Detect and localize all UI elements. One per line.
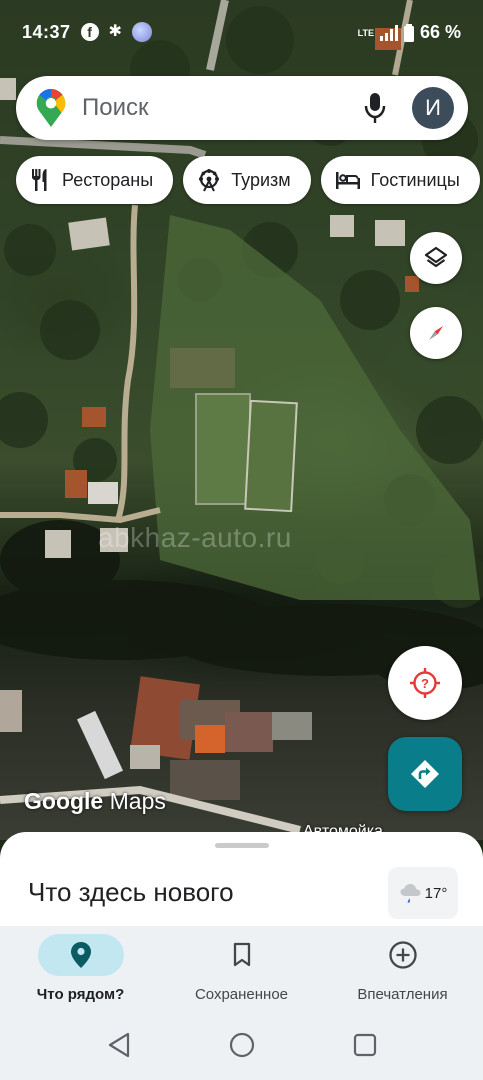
recents-icon[interactable]: [352, 1032, 378, 1058]
google-maps-pin-icon: [36, 89, 66, 127]
chip-restaurants[interactable]: Рестораны: [16, 156, 174, 204]
search-input[interactable]: Поиск: [82, 94, 360, 122]
weather-chip[interactable]: 17°: [388, 867, 458, 919]
sheet-drag-handle[interactable]: [215, 843, 269, 848]
status-bar: 14:37 f ✱ LTE 66 %: [0, 0, 483, 64]
avatar-icon: [131, 22, 152, 42]
nav-label: Впечатления: [357, 986, 448, 1003]
battery-percent: 66 %: [419, 22, 461, 42]
facebook-icon: f: [80, 23, 99, 41]
chip-label: Гостиницы: [370, 169, 460, 190]
nav-icon-container: [199, 934, 285, 976]
add-circle-icon: [388, 941, 417, 969]
map-watermark: abkhaz-auto.ru: [98, 522, 292, 553]
back-icon[interactable]: [106, 1031, 132, 1059]
nav-label: Что рядом?: [36, 986, 125, 1003]
location-unknown-icon: ?: [410, 668, 440, 698]
search-bar[interactable]: Поиск И: [16, 76, 468, 140]
signal-icon: [379, 24, 398, 41]
network-type: LTE: [357, 27, 374, 38]
nav-icon-container: [360, 934, 446, 976]
bottom-sheet[interactable]: Что здесь нового 17°: [0, 832, 483, 928]
nav-icon-container: [37, 934, 124, 976]
location-pin-icon: [70, 942, 91, 968]
google-maps-logo: Google Maps: [24, 788, 166, 814]
svg-text:?: ?: [421, 676, 429, 691]
chip-tourism[interactable]: Туризм: [183, 156, 311, 204]
compass-icon: [429, 326, 443, 340]
cloud-rain-icon: [400, 884, 421, 903]
nav-explore[interactable]: Что рядом?: [1, 926, 161, 1010]
directions-button[interactable]: [388, 737, 462, 811]
category-chips: Рестораны Туризм Гостиницы: [16, 156, 480, 204]
account-avatar[interactable]: И: [412, 87, 454, 129]
layers-icon: [424, 246, 448, 268]
bed-icon: [335, 172, 360, 189]
layers-button[interactable]: [410, 232, 462, 284]
compass-button[interactable]: [410, 307, 462, 359]
status-time: 14:37: [22, 22, 71, 42]
sheet-title: Что здесь нового: [28, 877, 234, 907]
temperature: 17°: [424, 884, 448, 902]
bookmark-icon: [233, 942, 250, 967]
battery-icon: [403, 23, 414, 42]
bluetooth-icon: ✱: [108, 23, 122, 40]
attraction-icon: [199, 169, 220, 192]
nav-saved[interactable]: Сохраненное: [162, 926, 322, 1010]
nav-label: Сохраненное: [194, 986, 289, 1003]
fork-knife-icon: [32, 169, 47, 191]
chip-label: Рестораны: [62, 169, 154, 190]
home-icon[interactable]: [228, 1031, 256, 1059]
chip-label: Туризм: [231, 169, 291, 190]
microphone-icon[interactable]: [360, 91, 390, 125]
nav-contribute[interactable]: Впечатления: [323, 926, 483, 1010]
chip-hotels[interactable]: Гостиницы: [320, 156, 480, 204]
directions-icon: [411, 760, 439, 788]
my-location-button[interactable]: ?: [388, 646, 462, 720]
system-navigation-bar: [0, 1010, 483, 1080]
bottom-navigation: Что рядом? Сохраненное Впечатления: [0, 926, 483, 1010]
